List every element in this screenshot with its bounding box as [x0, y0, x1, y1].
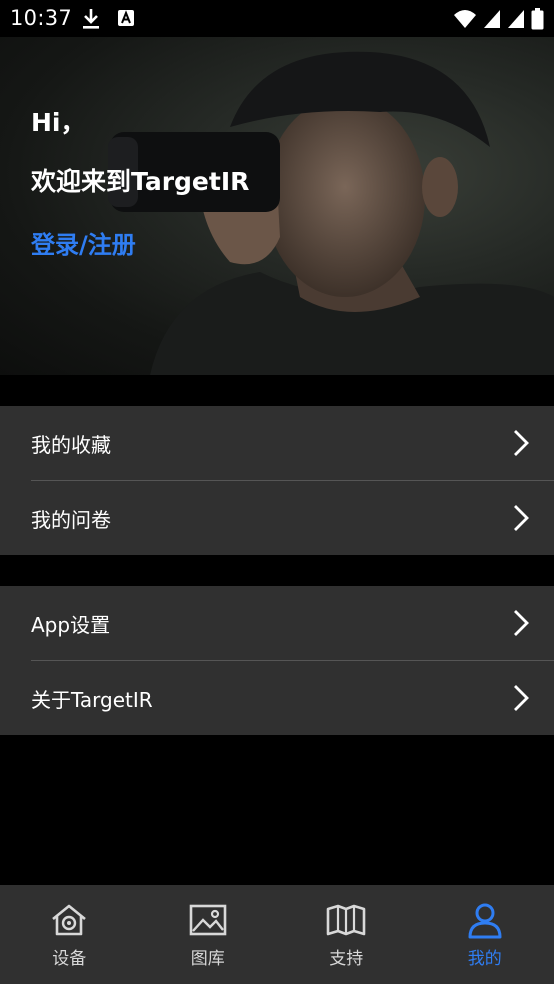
hero-background-photo: [108, 51, 554, 375]
chevron-right-icon: [512, 429, 530, 461]
menu-group-app: App设置 关于TargetIR: [0, 586, 554, 735]
notification-a-icon: [116, 7, 136, 35]
battery-icon: [531, 8, 544, 34]
menu-item-label: 关于TargetIR: [31, 687, 153, 712]
tab-label: 设备: [52, 949, 87, 969]
home-device-icon: [50, 903, 88, 941]
tab-gallery[interactable]: 图库: [139, 885, 278, 984]
gallery-icon: [189, 903, 227, 941]
menu-item-favorites[interactable]: 我的收藏: [0, 406, 554, 480]
hero-greeting: Hi，: [31, 108, 86, 137]
tab-label: 我的: [467, 949, 502, 969]
hero-banner: Hi， 欢迎来到TargetIR 登录/注册: [0, 37, 554, 375]
chevron-right-icon: [512, 684, 530, 716]
chevron-right-icon: [512, 504, 530, 536]
menu-item-label: 我的问卷: [31, 507, 111, 532]
login-register-link[interactable]: 登录/注册: [31, 225, 136, 260]
menu-group-personal: 我的收藏 我的问卷: [0, 406, 554, 555]
tab-support[interactable]: 支持: [277, 885, 416, 984]
menu-item-label: 我的收藏: [31, 432, 111, 457]
book-icon: [325, 903, 367, 941]
status-time: 10:37: [10, 6, 73, 30]
signal-icon: [483, 9, 501, 33]
chevron-right-icon: [512, 609, 530, 641]
menu-item-about[interactable]: 关于TargetIR: [0, 661, 554, 735]
tab-devices[interactable]: 设备: [0, 885, 139, 984]
status-bar: 10:37: [0, 0, 554, 37]
signal-icon: [507, 9, 525, 33]
tab-mine[interactable]: 我的: [416, 885, 554, 984]
bottom-tab-bar: 设备 图库 支持 我的: [0, 885, 554, 984]
tab-label: 支持: [329, 949, 364, 969]
wifi-icon: [453, 9, 477, 33]
menu-item-app-settings[interactable]: App设置: [0, 586, 554, 660]
person-icon: [467, 903, 503, 943]
hero-welcome-text: 欢迎来到TargetIR: [31, 167, 250, 196]
tab-label: 图库: [190, 949, 225, 969]
download-icon: [80, 7, 102, 35]
menu-item-questionnaire[interactable]: 我的问卷: [0, 481, 554, 555]
menu-item-label: App设置: [31, 612, 111, 637]
